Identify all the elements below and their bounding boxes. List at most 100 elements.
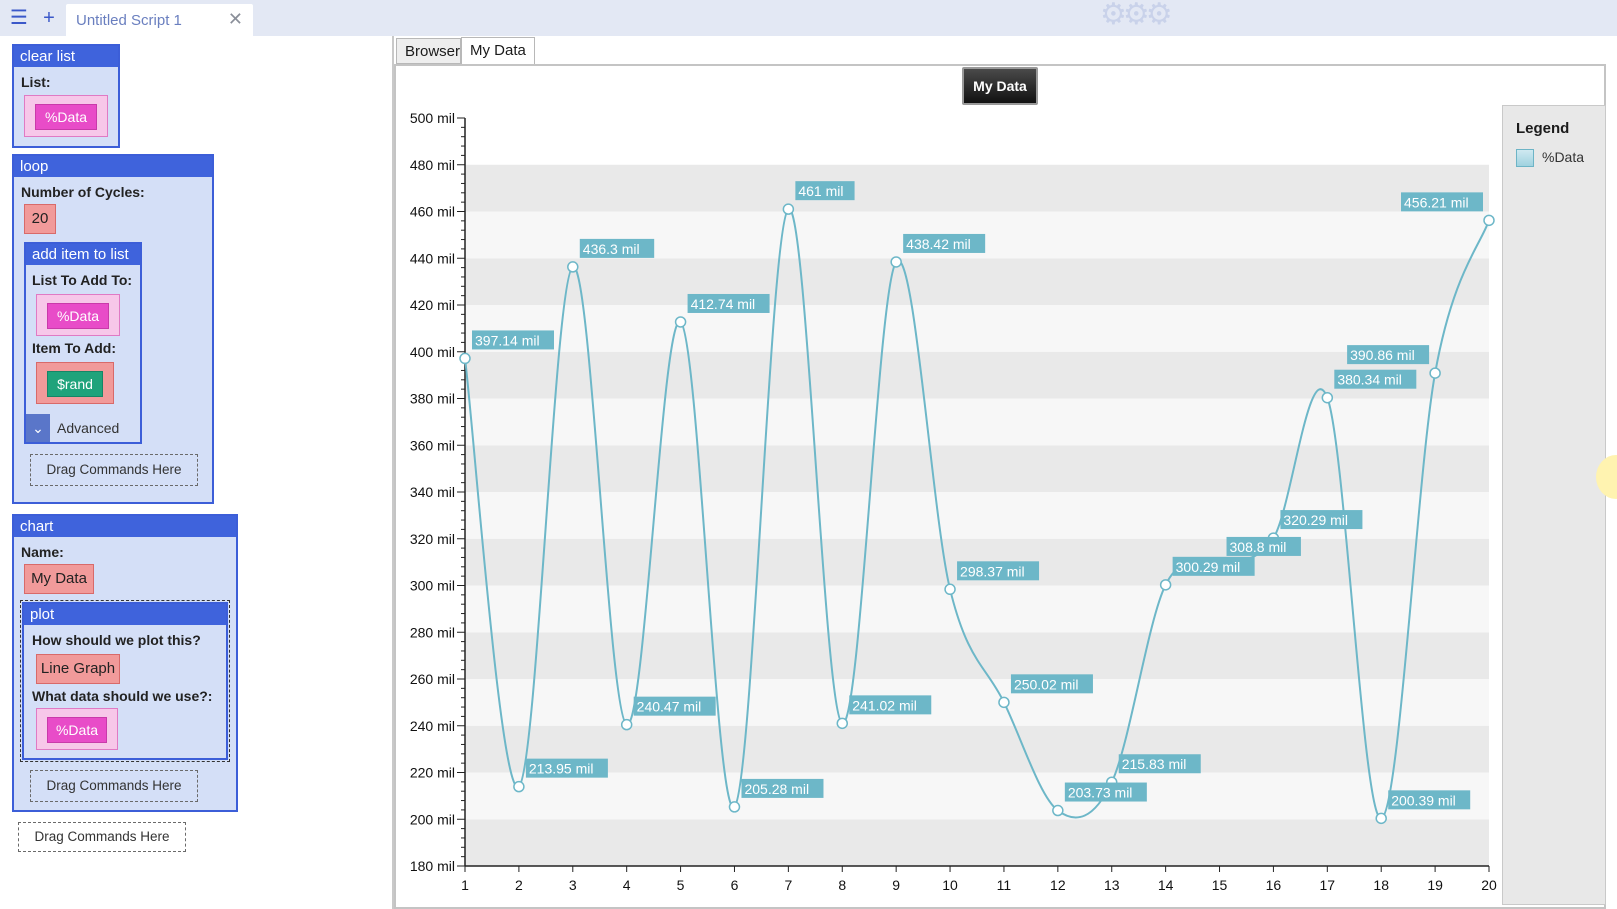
legend: Legend %Data [1502, 105, 1606, 905]
y-tick-label: 240 mil [410, 718, 455, 734]
y-tick-label: 380 mil [410, 391, 455, 407]
x-tick-label: 10 [942, 877, 958, 893]
data-point [1159, 579, 1172, 591]
x-axis: 1 2 3 4 5 6 7 8 9 10 11 12 13 14 15 16 17 18 19 20 [461, 865, 1497, 893]
y-tick-label: 200 mil [410, 811, 455, 827]
data-point [674, 316, 687, 328]
data-label-text: 308.8 mil [1230, 539, 1287, 555]
data-label: 300.29 mil [1172, 556, 1255, 576]
data-label: 213.95 mil [525, 758, 608, 778]
data-point [620, 718, 633, 731]
data-label-text: 300.29 mil [1176, 559, 1241, 575]
data-label: 203.73 mil [1064, 782, 1147, 802]
y-tick-label: 460 mil [410, 204, 455, 220]
y-tick-label: 260 mil [410, 671, 455, 687]
grid-band [465, 305, 1489, 352]
y-tick-label: 220 mil [410, 765, 455, 781]
data-point [513, 780, 525, 793]
x-tick-label: 12 [1050, 877, 1066, 893]
y-tick-label: 320 mil [410, 531, 455, 547]
data-point [459, 352, 471, 365]
data-label: 461 mil [795, 181, 855, 201]
legend-title: Legend [1516, 120, 1570, 137]
data-label-text: 213.95 mil [529, 761, 594, 777]
data-label-text: 215.83 mil [1122, 756, 1187, 772]
data-point [1052, 804, 1064, 817]
x-tick-label: 17 [1320, 877, 1336, 893]
x-tick-label: 16 [1266, 877, 1282, 893]
x-tick-label: 1 [461, 877, 469, 893]
data-label: 200.39 mil [1388, 790, 1471, 810]
x-tick-label: 5 [677, 877, 685, 893]
grid-band [465, 632, 1489, 679]
data-label: 250.02 mil [1010, 674, 1093, 694]
data-label: 380.34 mil [1334, 369, 1417, 389]
data-label: 438.42 mil [903, 233, 986, 253]
x-tick-label: 3 [569, 877, 577, 893]
data-label-text: 397.14 mil [475, 332, 540, 348]
data-label-text: 436.3 mil [583, 241, 640, 257]
chart-title-button[interactable]: My Data [962, 67, 1038, 105]
data-label: 215.83 mil [1118, 754, 1201, 774]
data-label: 240.47 mil [633, 696, 716, 716]
y-axis: 180 mil 200 mil 220 mil 240 mil 260 mil 280 m… [410, 110, 466, 874]
data-label-text: 203.73 mil [1068, 785, 1133, 801]
grid-band [465, 445, 1489, 492]
data-label: 320.29 mil [1280, 510, 1363, 530]
y-tick-label: 400 mil [410, 344, 455, 360]
x-tick-label: 7 [784, 877, 792, 893]
data-label: 390.86 mil [1347, 345, 1430, 365]
data-label-text: 205.28 mil [744, 781, 809, 797]
data-label-text: 250.02 mil [1014, 676, 1079, 692]
data-point [944, 583, 956, 596]
data-label-text: 320.29 mil [1283, 512, 1348, 528]
y-tick-label: 180 mil [410, 858, 455, 874]
y-tick-label: 440 mil [410, 250, 455, 266]
y-tick-label: 420 mil [410, 297, 455, 313]
data-label: 412.74 mil [687, 293, 770, 313]
x-tick-label: 9 [892, 877, 900, 893]
y-tick-label: 340 mil [410, 484, 455, 500]
data-label-text: 240.47 mil [637, 699, 702, 715]
data-label: 397.14 mil [472, 330, 554, 350]
data-point [998, 696, 1010, 709]
grid-band [465, 772, 1489, 820]
grid-band [465, 258, 1489, 305]
x-tick-label: 14 [1158, 877, 1174, 893]
data-label: 456.21 mil [1401, 192, 1483, 212]
grid-band [465, 819, 1489, 866]
line-chart: 180 mil 200 mil 220 mil 240 mil 260 mil 280 m… [410, 110, 1497, 893]
data-label-text: 200.39 mil [1391, 792, 1456, 808]
data-label-text: 390.86 mil [1350, 347, 1415, 363]
data-label: 298.37 mil [957, 561, 1040, 581]
data-label-text: 241.02 mil [852, 697, 917, 713]
data-label-text: 412.74 mil [691, 296, 756, 312]
data-point [782, 203, 795, 215]
data-label-text: 438.42 mil [906, 236, 971, 252]
x-tick-label: 6 [731, 877, 739, 893]
x-tick-label: 2 [515, 877, 523, 893]
x-tick-label: 18 [1373, 877, 1389, 893]
x-tick-label: 8 [838, 877, 846, 893]
x-tick-label: 19 [1427, 877, 1443, 893]
grid-band [465, 725, 1489, 773]
data-point [728, 801, 741, 813]
data-label-text: 380.34 mil [1337, 372, 1402, 388]
data-point [1429, 367, 1441, 379]
data-label-text: 456.21 mil [1404, 194, 1469, 210]
x-tick-label: 4 [623, 877, 631, 893]
data-label-text: 298.37 mil [960, 563, 1025, 579]
data-label: 436.3 mil [579, 238, 655, 258]
data-point [1375, 812, 1387, 825]
legend-swatch [1516, 149, 1534, 167]
y-tick-label: 480 mil [410, 157, 455, 173]
x-tick-label: 11 [997, 877, 1012, 893]
data-point [1321, 391, 1334, 404]
y-tick-label: 280 mil [410, 624, 455, 640]
legend-series-name: %Data [1542, 149, 1585, 165]
data-label-text: 461 mil [798, 183, 843, 199]
data-label: 308.8 mil [1226, 536, 1301, 556]
data-point [1483, 214, 1495, 227]
y-tick-label: 300 mil [410, 578, 455, 594]
grid-band [465, 679, 1489, 726]
